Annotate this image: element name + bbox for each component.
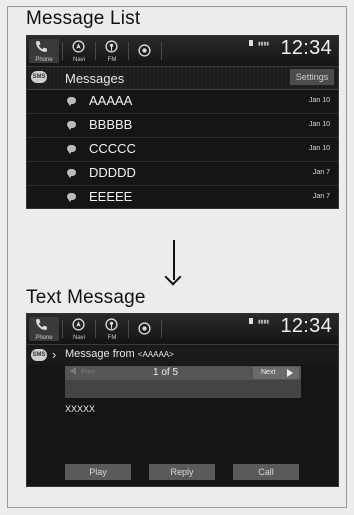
- message-bubble-icon: [67, 97, 76, 106]
- message-row[interactable]: EEEEE Jan 7: [27, 186, 338, 208]
- fm-label: FM: [107, 57, 117, 63]
- message-sender: DDDDD: [89, 165, 136, 180]
- triangle-left-icon: [70, 367, 76, 375]
- phone-button[interactable]: Phone: [29, 317, 59, 341]
- clock: 12:34: [280, 37, 332, 59]
- message-pager: Prev 1 of 5 Next: [65, 366, 301, 380]
- navi-label: Navi: [72, 335, 85, 341]
- divider: [161, 42, 162, 60]
- message-list-title: Message List: [26, 8, 141, 29]
- message-date: Jan 7: [312, 169, 330, 176]
- fm-button[interactable]: FM: [99, 317, 125, 341]
- audio-source-icon: [138, 322, 151, 335]
- messages-header: SMS Messages Settings: [27, 67, 338, 90]
- bluetooth-icon: [249, 40, 253, 46]
- next-button[interactable]: Next: [253, 367, 299, 379]
- audio-source-button[interactable]: [132, 317, 158, 341]
- navi-button[interactable]: Navi: [66, 39, 92, 63]
- play-button[interactable]: Play: [65, 464, 131, 480]
- audio-source-icon: [138, 44, 151, 57]
- navi-icon: [72, 318, 85, 331]
- fm-label: FM: [107, 335, 117, 341]
- navi-button[interactable]: Navi: [66, 317, 92, 341]
- phone-icon: [36, 41, 47, 52]
- sms-icon: SMS: [31, 349, 47, 361]
- status-bar: Phone Navi FM ▮▮▮▮ 12:34: [27, 36, 338, 67]
- fm-radio-icon: [105, 40, 118, 53]
- message-row[interactable]: DDDDD Jan 7: [27, 162, 338, 186]
- message-sender: BBBBB: [89, 117, 133, 132]
- message-body: XXXXX: [65, 404, 96, 414]
- divider: [95, 42, 96, 60]
- message-bubble-icon: [67, 121, 76, 130]
- message-band: [65, 380, 301, 398]
- text-message-screen: Phone Navi FM ▮▮▮▮ 12:34 SMS › Message f…: [26, 313, 339, 487]
- phone-label: Phone: [35, 335, 53, 341]
- navi-label: Navi: [72, 57, 85, 63]
- message-row[interactable]: BBBBB Jan 10: [27, 114, 338, 138]
- prev-button[interactable]: Prev: [67, 367, 117, 379]
- divider: [62, 320, 63, 338]
- signal-strength-icon: ▮▮▮▮: [258, 319, 270, 325]
- message-from: Message from <AAAAA>: [65, 348, 174, 360]
- fm-button[interactable]: FM: [99, 39, 125, 63]
- divider: [128, 320, 129, 338]
- message-sender: AAAAA: [89, 93, 133, 108]
- message-sender: CCCCC: [89, 141, 136, 156]
- chevron-right-icon: ›: [52, 347, 57, 362]
- divider: [128, 42, 129, 60]
- divider: [161, 320, 162, 338]
- reply-button[interactable]: Reply: [149, 464, 215, 480]
- divider: [62, 42, 63, 60]
- message-date: Jan 10: [308, 97, 330, 104]
- message-sender: EEEEE: [89, 189, 133, 204]
- messages-title: Messages: [65, 71, 125, 86]
- phone-icon: [36, 319, 47, 330]
- message-date: Jan 10: [308, 121, 330, 128]
- message-from-name: <AAAAA>: [137, 350, 174, 359]
- message-row[interactable]: CCCCC Jan 10: [27, 138, 338, 162]
- prev-label: Prev: [81, 369, 96, 376]
- phone-label: Phone: [35, 57, 53, 63]
- triangle-right-icon: [287, 369, 293, 377]
- settings-button[interactable]: Settings: [290, 69, 334, 85]
- divider: [95, 320, 96, 338]
- message-bubble-icon: [67, 145, 76, 154]
- audio-source-button[interactable]: [132, 39, 158, 63]
- bluetooth-icon: [249, 318, 253, 324]
- message-bubble-icon: [67, 169, 76, 178]
- message-date: Jan 10: [308, 145, 330, 152]
- message-list-screen: Phone Navi FM ▮▮▮▮ 12:34 SMS Messages Se…: [26, 35, 339, 209]
- text-message-title: Text Message: [26, 287, 146, 308]
- message-date: Jan 7: [312, 193, 330, 200]
- message-bubble-icon: [67, 193, 76, 202]
- message-header: SMS › Message from <AAAAA>: [27, 345, 338, 365]
- call-button[interactable]: Call: [233, 464, 299, 480]
- fm-radio-icon: [105, 318, 118, 331]
- sms-icon: SMS: [31, 71, 47, 83]
- message-from-prefix: Message from: [65, 348, 135, 360]
- next-label: Next: [261, 369, 276, 376]
- page-count: 1 of 5: [153, 367, 179, 378]
- navi-icon: [72, 40, 85, 53]
- clock: 12:34: [280, 315, 332, 337]
- status-bar: Phone Navi FM ▮▮▮▮ 12:34: [27, 314, 338, 345]
- signal-strength-icon: ▮▮▮▮: [258, 41, 270, 47]
- message-row[interactable]: AAAAA Jan 10: [27, 90, 338, 114]
- phone-button[interactable]: Phone: [29, 39, 59, 63]
